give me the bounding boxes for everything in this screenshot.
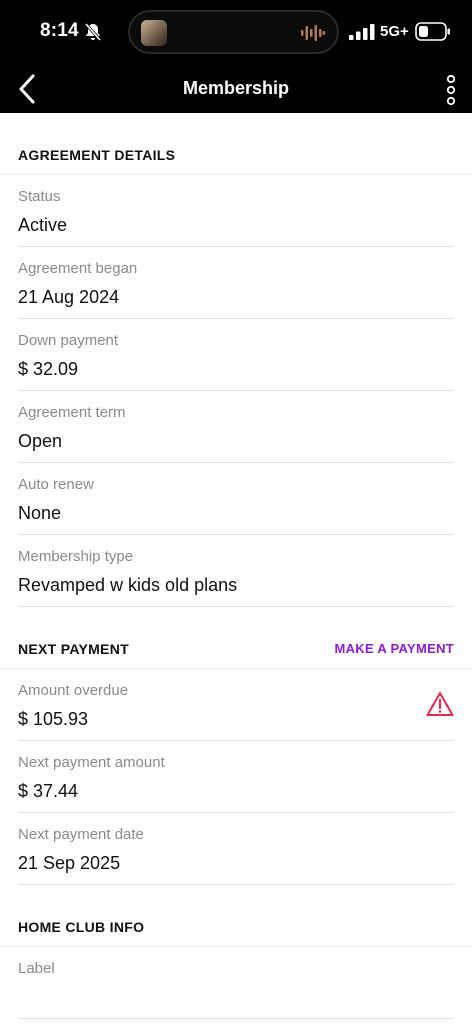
field-value: 21 Sep 2025 [18,853,121,873]
field-label: Status [18,188,61,205]
field-value: 21 Aug 2024 [18,287,120,307]
section-next-payment: NEXT PAYMENT MAKE A PAYMENT [0,621,472,669]
field-label: Next payment date [18,826,144,843]
field-value: None [18,503,62,523]
field-down-payment: Down payment $ 32.09 [18,319,454,391]
field-value: Active [18,215,68,235]
audio-waveform-icon [301,25,325,41]
field-auto-renew: Auto renew None [18,463,454,535]
field-value: $ 37.44 [18,781,79,801]
network-type: 5G+ [380,23,409,40]
field-agreement-term: Agreement term Open [18,391,454,463]
field-label: Agreement began [18,260,138,277]
field-club-label: Label [18,947,454,1019]
field-next-payment-amount: Next payment amount $ 37.44 [18,741,454,813]
field-value: $ 105.93 [18,709,89,729]
field-membership-type: Membership type Revamped w kids old plan… [18,535,454,607]
make-payment-link[interactable]: MAKE A PAYMENT [334,641,454,656]
section-title: NEXT PAYMENT [18,641,129,657]
field-value: $ 32.09 [18,359,79,379]
status-bar: 8:14 5G+ [0,0,472,66]
field-label: Auto renew [18,476,94,493]
more-vertical-icon[interactable] [440,74,462,106]
section-title: AGREEMENT DETAILS [18,147,176,163]
field-label: Next payment amount [18,754,165,771]
dynamic-island[interactable] [128,10,339,54]
field-label: Down payment [18,332,119,349]
field-amount-overdue: Amount overdue $ 105.93 [18,669,454,741]
status-time: 8:14 [40,20,79,41]
bell-slash-icon [84,23,102,41]
nav-bar: Membership [0,66,472,113]
field-agreement-began: Agreement began 21 Aug 2024 [18,247,454,319]
field-status: Status Active [18,175,454,247]
membership-content: AGREEMENT DETAILS Status Active Agreemen… [0,113,472,1019]
section-title: HOME CLUB INFO [18,919,145,935]
field-label: Label [18,960,55,977]
field-label: Amount overdue [18,682,129,699]
field-value: Open [18,431,63,451]
section-home-club-info: HOME CLUB INFO [0,899,472,947]
now-playing-artwork [141,20,167,46]
page-title: Membership [182,78,290,98]
section-agreement-details: AGREEMENT DETAILS [0,127,472,175]
field-label: Agreement term [18,404,126,421]
signal-bars-icon [349,24,375,40]
field-value: Revamped w kids old plans [18,575,238,595]
warning-triangle-icon[interactable] [426,691,454,717]
field-next-payment-date: Next payment date 21 Sep 2025 [18,813,454,885]
battery-icon [415,22,450,41]
field-label: Membership type [18,548,134,565]
